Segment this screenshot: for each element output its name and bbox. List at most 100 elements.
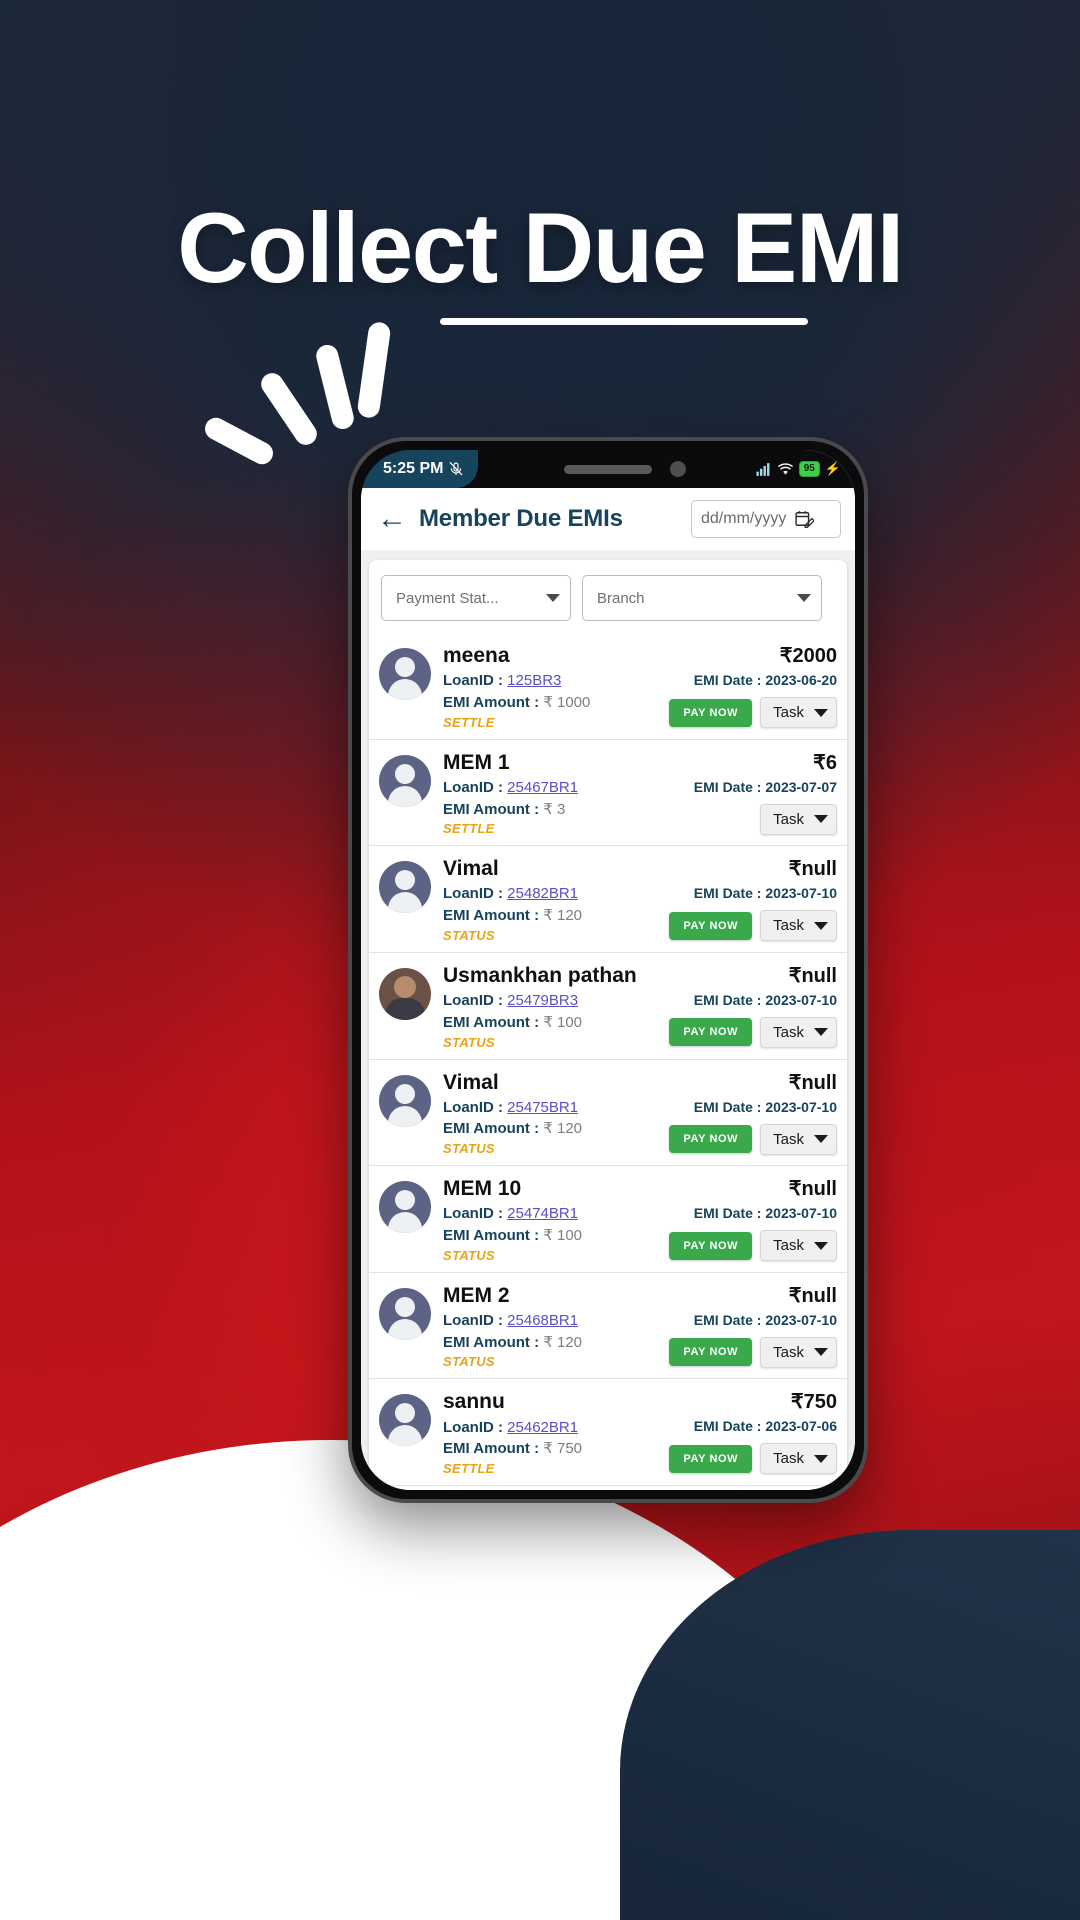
app-header: ← Member Due EMIs dd/mm/yyyy [361, 488, 855, 550]
status-badge: STATUS [443, 1141, 495, 1157]
chevron-down-icon [814, 921, 828, 930]
loan-id-link[interactable]: 25462BR1 [507, 1419, 578, 1436]
wifi-icon [777, 462, 793, 475]
row-actions-col: ₹null EMI Date : 2023-07-10 PAY NOW Task [641, 964, 837, 1048]
task-label: Task [773, 1237, 804, 1255]
loan-id-row: LoanID : 25468BR1 [443, 1311, 579, 1329]
task-dropdown-button[interactable]: Task [760, 1443, 837, 1475]
member-info: Vimal LoanID : 25482BR1 EMI Amount : ₹ 1… [443, 857, 641, 943]
emi-list-card: Payment Stat... Branch meena LoanID : 12… [369, 560, 847, 1490]
emi-amount-row: EMI Amount : ₹ 100 [443, 1013, 583, 1031]
task-dropdown-button[interactable]: Task [760, 697, 837, 728]
loan-id-link[interactable]: 125BR3 [507, 672, 561, 689]
member-name: MEM 1 [443, 750, 510, 774]
pay-now-button[interactable]: PAY NOW [669, 911, 753, 940]
emi-date: EMI Date : 2023-07-10 [693, 1205, 837, 1222]
row-action-buttons: PAY NOW Task [669, 697, 837, 728]
total-amount: ₹null [788, 1284, 837, 1307]
pay-now-button[interactable]: PAY NOW [669, 1338, 753, 1367]
table-row[interactable]: sannu LoanID : 25462BR1 EMI Amount : ₹ 7… [369, 1378, 847, 1485]
table-row[interactable]: MEM 1 LoanID : 25467BR1 EMI Amount : ₹ 3… [369, 738, 847, 846]
status-badge: STATUS [443, 927, 495, 943]
table-row[interactable]: Vimal LoanID : 25475BR1 EMI Amount : ₹ 1… [369, 1058, 847, 1166]
table-row[interactable]: Vimal LoanID : 25482BR1 EMI Amount : ₹ 1… [369, 845, 847, 952]
payment-status-select[interactable]: Payment Stat... [381, 575, 571, 621]
status-bar: 5:25 PM 95 ⚡ [361, 450, 855, 488]
member-name: Usmankhan pathan [443, 963, 637, 987]
emi-amount-value: ₹ 100 [543, 1227, 583, 1245]
back-arrow-icon[interactable]: ← [377, 504, 407, 534]
status-badge: STATUS [443, 1247, 495, 1263]
date-picker-field[interactable]: dd/mm/yyyy [691, 500, 841, 538]
pay-now-button[interactable]: PAY NOW [669, 1125, 753, 1154]
calendar-edit-icon[interactable] [794, 509, 815, 529]
emi-amount-value: ₹ 120 [543, 1120, 583, 1138]
table-row[interactable]: MEM 10 LoanID : 25474BR1 EMI Amount : ₹ … [369, 1165, 847, 1272]
table-row[interactable]: PARWATI DEVI ₹null Task [369, 1485, 847, 1490]
emi-amount-row: EMI Amount : ₹ 120 [443, 1333, 583, 1351]
task-dropdown-button[interactable]: Task [760, 1230, 837, 1262]
status-bar-time: 5:25 PM [383, 460, 444, 477]
chevron-down-icon [814, 1241, 828, 1250]
chevron-down-icon [814, 708, 828, 717]
loan-id-link[interactable]: 25468BR1 [507, 1312, 578, 1329]
emi-amount-row: EMI Amount : ₹ 120 [443, 907, 583, 925]
pay-now-button[interactable]: PAY NOW [669, 1018, 753, 1047]
task-label: Task [773, 1343, 804, 1361]
row-action-buttons: PAY NOW Task [669, 1123, 837, 1155]
status-bar-left: 5:25 PM [361, 450, 479, 488]
table-row[interactable]: meena LoanID : 125BR3 EMI Amount : ₹ 100… [369, 633, 847, 739]
branch-select[interactable]: Branch [582, 575, 822, 621]
emi-amount-value: ₹ 750 [543, 1440, 583, 1458]
loan-id-link[interactable]: 25474BR1 [507, 1205, 578, 1222]
emi-date: EMI Date : 2023-07-10 [693, 1098, 837, 1115]
pay-now-button[interactable]: PAY NOW [669, 1231, 753, 1260]
table-row[interactable]: Usmankhan pathan LoanID : 25479BR3 EMI A… [369, 951, 847, 1059]
member-name: Vimal [443, 857, 499, 881]
emi-amount-row: EMI Amount : ₹ 100 [443, 1227, 583, 1245]
emi-amount-row: EMI Amount : ₹ 750 [443, 1440, 583, 1458]
emi-amount-value: ₹ 1000 [543, 693, 591, 711]
row-actions-col: ₹2000 EMI Date : 2023-06-20 PAY NOW Task [641, 644, 837, 728]
loan-id-link[interactable]: 25467BR1 [507, 779, 578, 796]
emi-date: EMI Date : 2023-07-10 [693, 1311, 837, 1328]
member-name: MEM 10 [443, 1177, 522, 1201]
pay-now-button[interactable]: PAY NOW [669, 698, 753, 727]
task-dropdown-button[interactable]: Task [760, 1336, 837, 1368]
row-actions-col: ₹null EMI Date : 2023-07-10 PAY NOW Task [641, 1177, 837, 1262]
avatar [379, 648, 431, 700]
loan-id-row: LoanID : 25467BR1 [443, 778, 579, 796]
task-dropdown-button[interactable]: Task [760, 1123, 837, 1155]
avatar [379, 861, 431, 914]
loan-id-link[interactable]: 25475BR1 [507, 1099, 578, 1116]
page-title: Member Due EMIs [419, 505, 623, 532]
member-info: Vimal LoanID : 25475BR1 EMI Amount : ₹ 1… [443, 1071, 641, 1157]
loan-id-row: LoanID : 25482BR1 [443, 885, 579, 903]
task-dropdown-button[interactable]: Task [760, 803, 837, 835]
loan-id-row: LoanID : 25462BR1 [443, 1418, 579, 1436]
cellular-signal-icon [756, 462, 770, 476]
row-actions-col: ₹null EMI Date : 2023-07-10 PAY NOW Task [641, 857, 837, 942]
loan-id-link[interactable]: 25479BR3 [507, 992, 578, 1009]
task-label: Task [773, 917, 804, 935]
status-bar-right: 95 ⚡ [755, 450, 841, 488]
row-actions-col: ₹null EMI Date : 2023-07-10 PAY NOW Task [641, 1071, 837, 1155]
total-amount: ₹null [788, 1071, 837, 1094]
emi-date: EMI Date : 2023-07-07 [693, 778, 837, 795]
member-info: MEM 10 LoanID : 25474BR1 EMI Amount : ₹ … [443, 1177, 641, 1263]
emi-amount-row: EMI Amount : ₹ 1000 [443, 693, 591, 711]
emi-date: EMI Date : 2023-07-10 [693, 885, 837, 902]
row-action-buttons: PAY NOW Task [669, 1443, 837, 1475]
date-input-placeholder: dd/mm/yyyy [701, 510, 787, 527]
member-info: MEM 1 LoanID : 25467BR1 EMI Amount : ₹ 3… [443, 751, 641, 837]
promo-headline-wrap: Collect Due EMI [0, 196, 1080, 300]
headline-underline [440, 318, 808, 325]
task-dropdown-button[interactable]: Task [760, 910, 837, 942]
row-action-buttons: PAY NOW Task [669, 1016, 837, 1048]
pay-now-button[interactable]: PAY NOW [669, 1444, 753, 1473]
emi-amount-value: ₹ 120 [543, 907, 583, 925]
avatar [379, 754, 431, 807]
task-dropdown-button[interactable]: Task [760, 1016, 837, 1048]
loan-id-link[interactable]: 25482BR1 [507, 885, 578, 902]
table-row[interactable]: MEM 2 LoanID : 25468BR1 EMI Amount : ₹ 1… [369, 1271, 847, 1379]
